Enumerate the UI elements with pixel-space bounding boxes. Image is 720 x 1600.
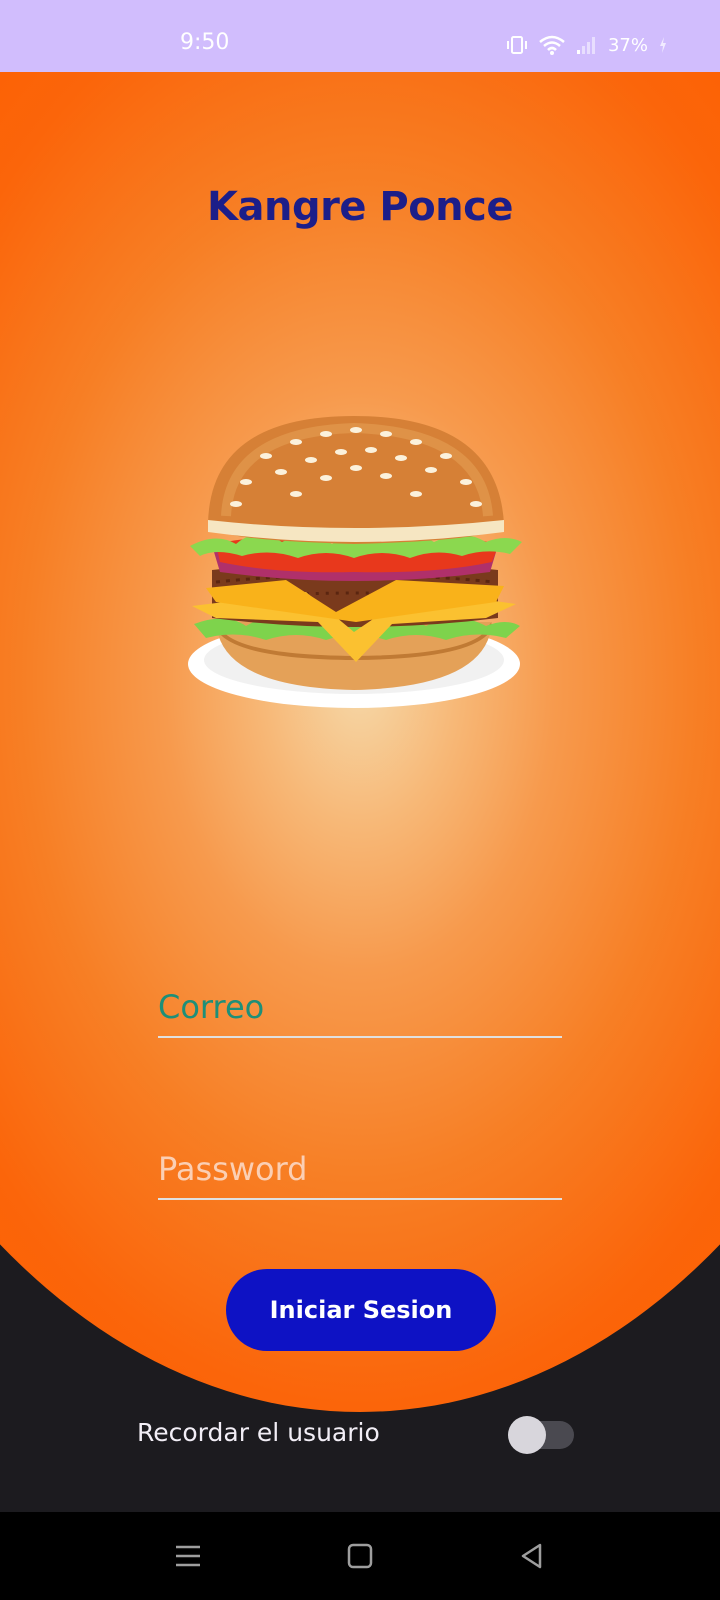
password-input[interactable]: [158, 1146, 562, 1192]
toggle-thumb: [508, 1416, 546, 1454]
home-icon[interactable]: [344, 1540, 376, 1572]
signal-icon: [576, 37, 595, 54]
back-icon[interactable]: [516, 1540, 548, 1572]
status-bar: 9:50 37%: [0, 0, 720, 72]
recents-icon[interactable]: [172, 1540, 204, 1572]
email-field[interactable]: [158, 972, 562, 1038]
battery-percentage: 37%: [607, 34, 648, 56]
status-time: 9:50: [180, 30, 230, 55]
app-title: Kangre Ponce: [207, 184, 514, 230]
status-icons: 37%: [506, 30, 668, 60]
remember-user-label: Recordar el usuario: [137, 1418, 380, 1447]
login-button[interactable]: Iniciar Sesion: [226, 1269, 496, 1351]
orange-background: [0, 72, 720, 1412]
navigation-bar: [0, 1512, 720, 1600]
hamburger-image: [188, 416, 522, 708]
vibrate-icon: [506, 36, 527, 54]
wifi-icon: [539, 35, 565, 55]
email-input[interactable]: [158, 984, 562, 1030]
battery-charging-icon: [660, 37, 666, 53]
login-screen: Kangre Ponce Correo Iniciar Sesion Recor…: [0, 72, 720, 1512]
password-field[interactable]: [158, 1134, 562, 1200]
remember-user-toggle[interactable]: [508, 1416, 574, 1454]
